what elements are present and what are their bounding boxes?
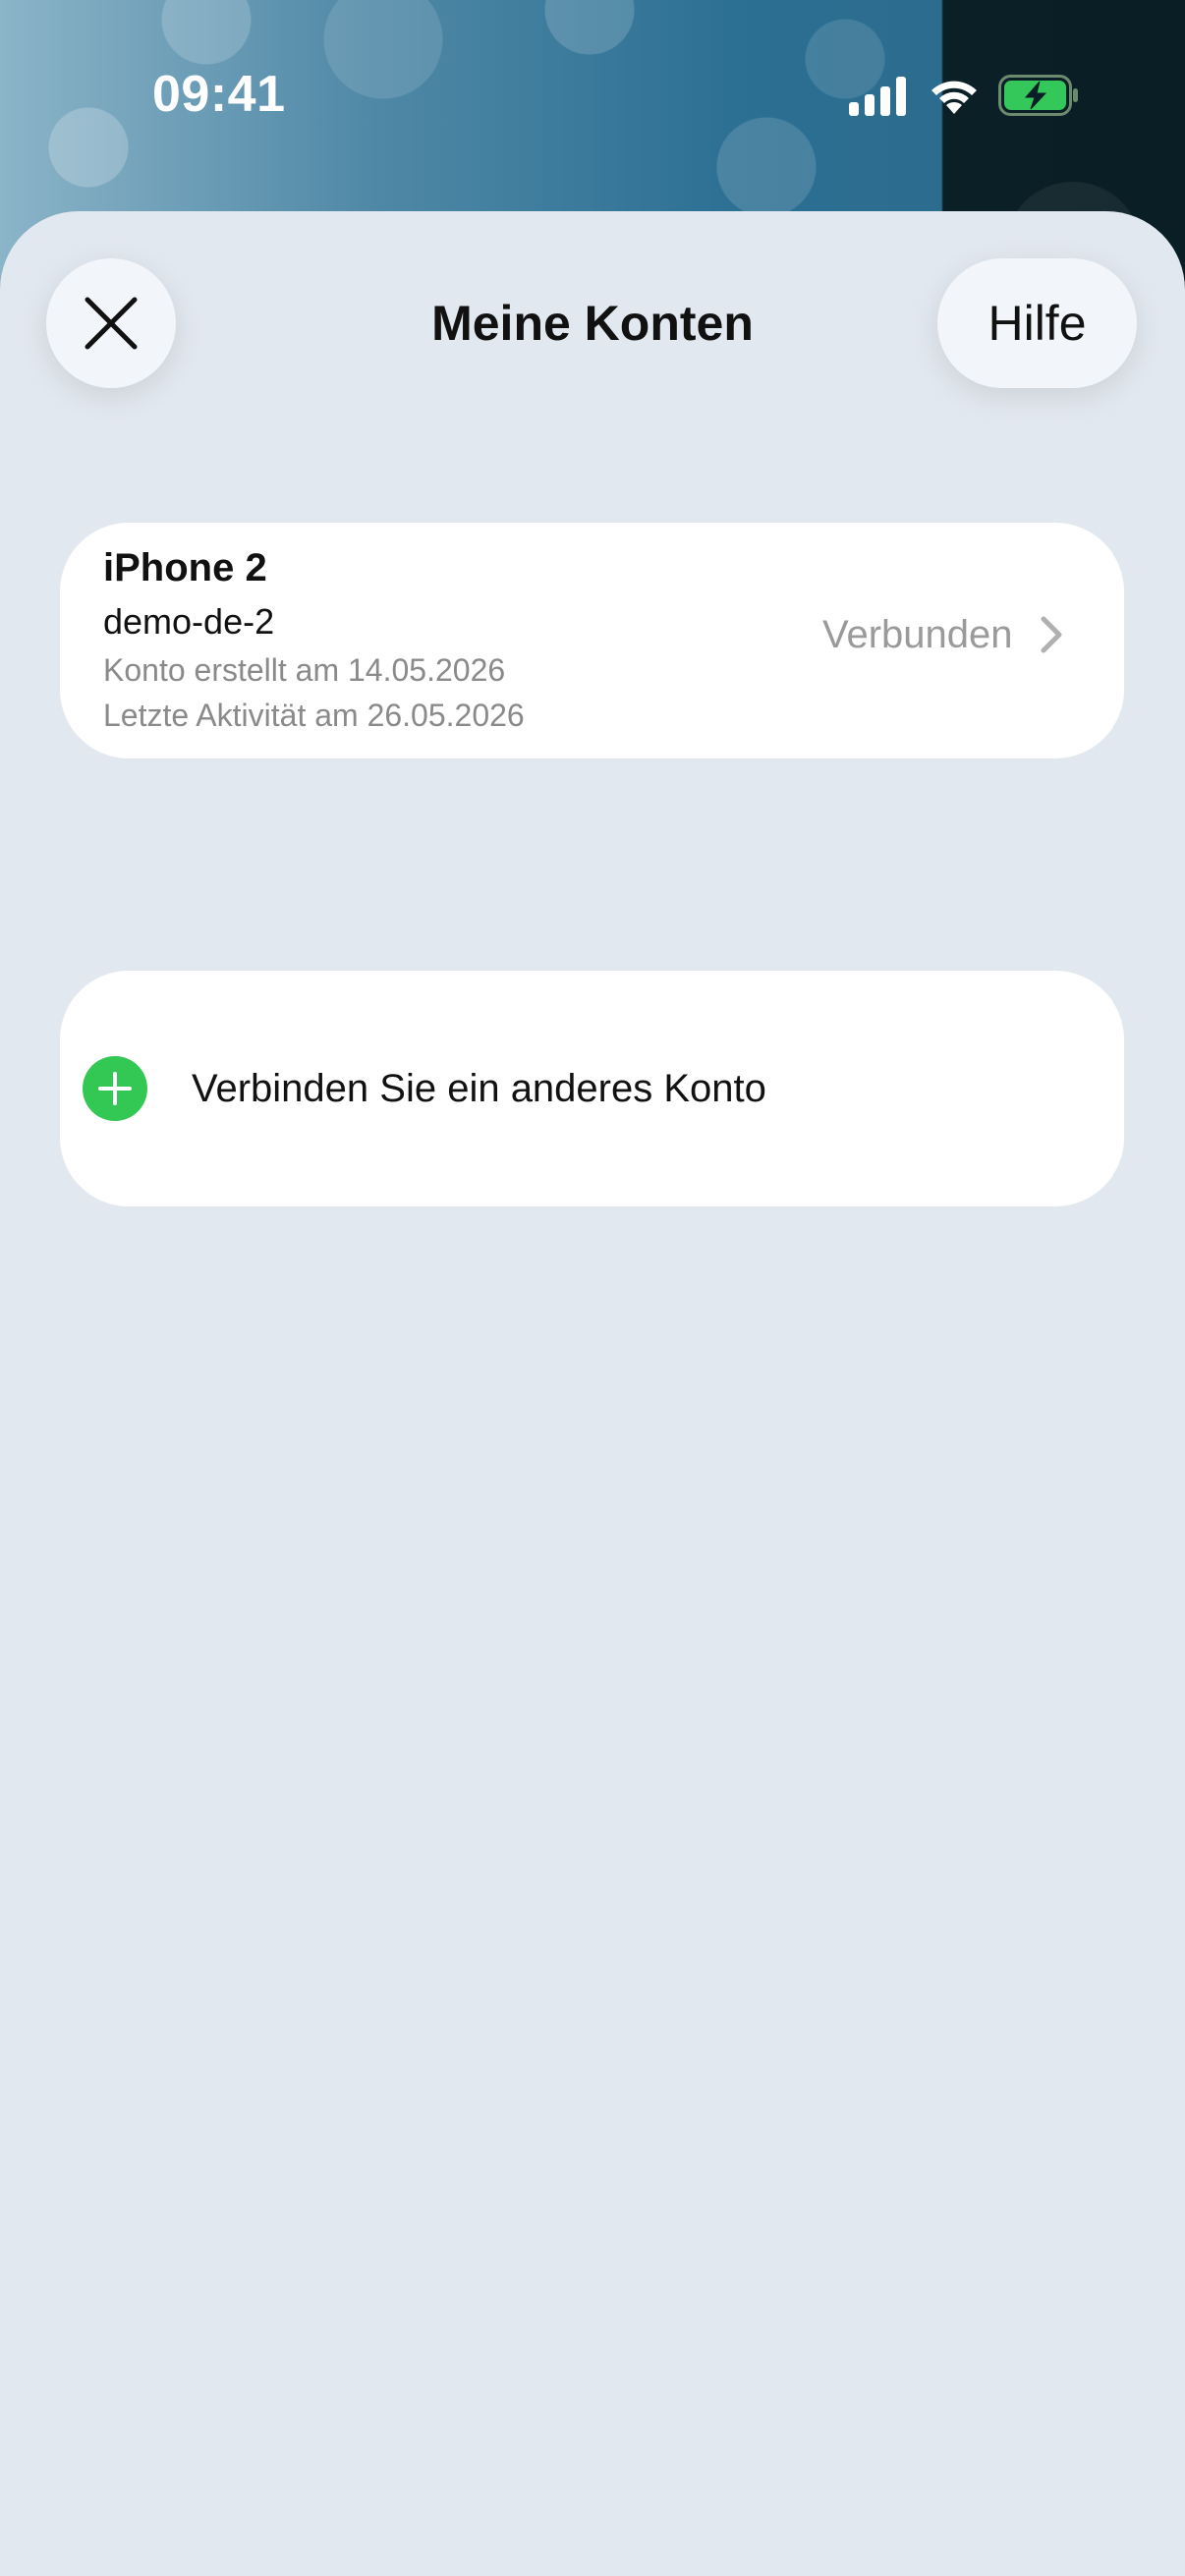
account-last-activity: Letzte Aktivität am 26.05.2026 [103,698,525,733]
signal-icon [849,77,906,116]
wifi-icon [931,81,977,114]
help-button[interactable]: Hilfe [937,258,1137,388]
chevron-right-icon [1041,616,1062,653]
account-card[interactable]: iPhone 2 demo-de-2 Konto erstellt am 14.… [60,523,1124,758]
account-username: demo-de-2 [103,601,275,642]
account-name: iPhone 2 [103,546,267,589]
account-status: Verbunden [822,613,1013,656]
status-time: 09:41 [152,66,286,123]
add-account-button[interactable]: Verbinden Sie ein anderes Konto [60,971,1124,1206]
plus-icon [83,1056,147,1121]
battery-charging-icon [998,75,1078,116]
status-bar: 09:41 [0,0,1185,196]
accounts-sheet: Meine Konten Hilfe iPhone 2 demo-de-2 Ko… [0,211,1185,2576]
add-account-label: Verbinden Sie ein anderes Konto [192,1067,766,1110]
account-created-date: Konto erstellt am 14.05.2026 [103,652,506,688]
